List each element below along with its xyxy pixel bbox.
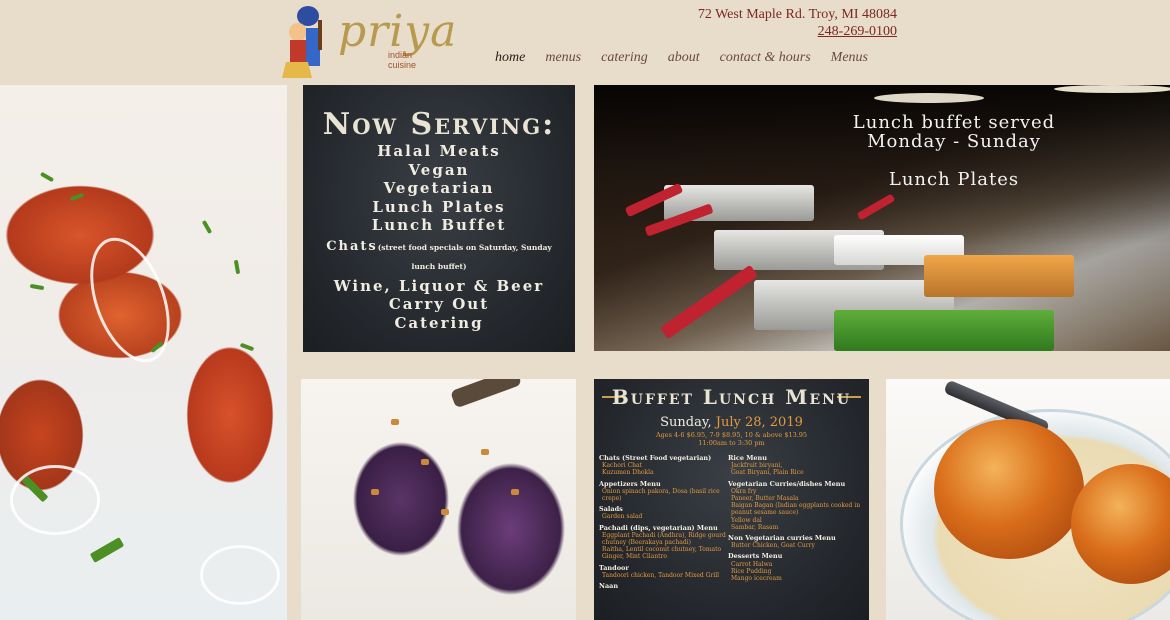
menu-item: Yellow dal [731,516,762,524]
menu-section-heading: Naan [599,582,619,591]
onion-decor [200,545,280,605]
nav-catering[interactable]: catering [601,50,648,66]
ceiling-light [874,93,984,103]
buffet-pan [924,255,1074,297]
menu-col-left: Chats (Street Food vegetarian) Kachori C… [599,451,727,590]
menu-item: Kuzumen Dhokla [602,469,654,477]
chats-label: Chats [326,238,378,254]
serving-chats: Chats(street food specials on Saturday, … [303,236,575,258]
menu-item: Mango icecream [731,575,782,583]
nav-about[interactable]: about [668,50,700,66]
ceiling-light [1054,85,1170,93]
menu-prices: Ages 4-6 $6.95, 7-9 $8.95, 10 & above $1… [594,431,869,447]
menu-board-title: Buffet Lunch Menu [611,385,852,409]
menu-price-line: Ages 4-6 $6.95, 7-9 $8.95, 10 & above $1… [655,431,808,439]
spice-decor [371,489,379,495]
logo-subtext: indian cuisine [388,50,417,70]
tandoori-chicken-image[interactable] [0,85,287,620]
serving-handle [856,193,896,221]
menu-item: Carrot Halwa [731,560,773,568]
spice-decor [391,419,399,425]
gulab-jamun-image[interactable] [886,379,1170,620]
menu-item: Garden salad [602,513,643,521]
chats-note-2: lunch buffet) [411,261,467,271]
herb-decor [239,342,255,352]
menu-item: Butter Chicken, Goat Curry [731,542,815,550]
stem-decor [450,379,522,409]
serving-item: Wine, Liquor & Beer [333,276,545,295]
menu-item: Goat Biryani, Plain Rice [731,469,804,477]
menu-section-heading: Salads [599,505,623,514]
chats-note: (street food specials on Saturday, Sunda… [377,242,552,252]
herb-decor [233,259,241,275]
phone-link[interactable]: 248-269-0100 [818,24,897,40]
now-serving-title: Now Serving: [322,107,556,142]
menu-section-heading: Appetizers Menu [599,479,661,488]
menu-section-heading: Rice Menu [728,454,768,462]
menu-col-right: Rice Menu Jackfruit biryani, Goat Biryan… [728,451,864,582]
spice-decor [511,489,519,495]
nav-menus[interactable]: menus [545,50,581,66]
menu-section-heading: Chats (Street Food vegetarian) [599,454,712,462]
menu-section-heading: Non Vegetarian curries Menu [728,534,836,543]
menu-item: Rice Pudding [731,567,772,575]
menu-date: July 28, 2019 [715,415,803,430]
nav-contact-hours[interactable]: contact & hours [720,50,811,66]
site-header: priya indian cuisine 72 West Maple Rd. T… [0,0,1170,85]
address: 72 West Maple Rd. Troy, MI 48084 [697,7,897,22]
nav-menus-2[interactable]: Menus [831,50,868,66]
serving-item: Lunch Buffet [371,216,507,234]
menu-item: Tandoori chicken, Tandoor Mixed Grill [602,571,720,579]
buffet-line-1: Lunch buffet served [852,112,1056,133]
nav-home[interactable]: home [495,50,525,66]
now-serving-board: Now Serving: Halal Meats Vegan Vegetaria… [303,85,575,352]
herb-decor [29,283,45,291]
spice-decor [421,459,429,465]
menu-board-date: Sunday, July 28, 2019 [594,415,869,430]
gulab-jamun-ball [934,419,1084,559]
menu-item: Eggplant Pachadi (Andhra), Ridge gourd c… [602,531,726,547]
menu-day: Sunday, [660,415,712,430]
herb-decor [69,192,85,202]
priya-logo[interactable]: priya indian cuisine [278,2,456,82]
menu-item: Jackfruit biryani, [731,462,783,470]
herb-decor [201,219,213,235]
herb-decor [89,537,125,563]
onion-decor [74,226,186,374]
krishna-figure-icon [282,6,322,78]
serving-item: Vegan [408,160,470,179]
serving-item: Carry Out [388,295,490,313]
herb-decor [39,171,55,183]
serving-item: Lunch Plates [372,197,506,216]
menu-item: Paneer, Butter Masala [731,495,799,503]
menu-item: Raitha, Lentil coconut chutney, Tomato G… [602,546,722,561]
buffet-image[interactable]: Lunch buffet served Monday - Sunday Lunc… [594,85,1170,351]
main-nav: home menus catering about contact & hour… [495,50,868,66]
menu-section-heading: Tandoor [599,563,629,572]
menu-item: Sambar, Rasam [731,523,779,531]
spice-decor [441,509,449,515]
menu-item: Baigan Bagan (Indian eggplants cooked in… [731,502,861,517]
menu-hours: 11:00am to 3:30 pm [698,439,765,447]
menu-section-heading: Vegetarian Curries/dishes Menu [728,479,846,488]
serving-item: Halal Meats [377,142,501,160]
stuffed-eggplant-image[interactable] [301,379,576,620]
serving-item: Catering [394,313,484,332]
menu-item: Onion spinach pakora, Dosa (basil rice c… [602,487,720,503]
serving-item: Vegetarian [383,179,495,197]
buffet-menu-board[interactable]: Buffet Lunch Menu Sunday, July 28, 2019 … [594,379,869,620]
serving-handle [659,264,759,340]
menu-section-heading: Pachadi (dips, vegetarian) Menu [599,523,718,532]
buffet-banner-text: Lunch buffet served Monday - Sunday Lunc… [834,113,1074,189]
buffet-pan [834,310,1054,351]
menu-item: Kachori Chat [602,462,643,470]
menu-section-heading: Desserts Menu [728,552,783,561]
buffet-line-3: Lunch Plates [888,169,1020,190]
menu-item: Okra fry [731,487,757,495]
buffet-line-2: Monday - Sunday [867,131,1041,152]
onion-decor [10,465,100,535]
spice-decor [481,449,489,455]
